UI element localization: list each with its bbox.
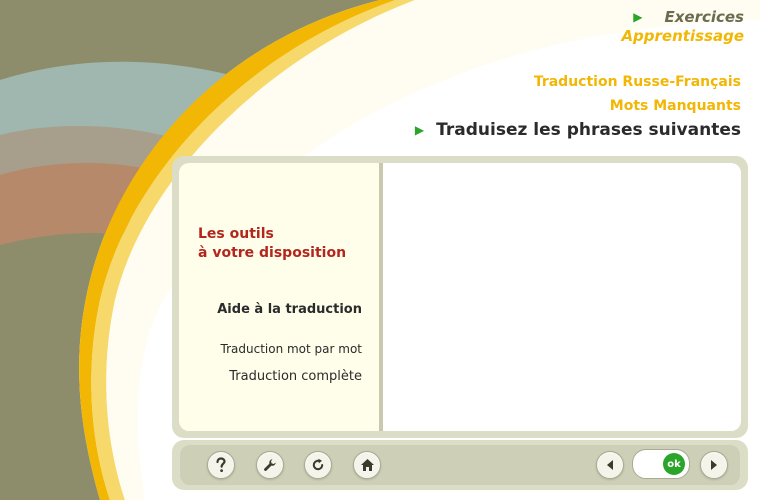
top-nav: ▶ Exercices Apprentissage: [621, 8, 744, 45]
breadcrumb-level1[interactable]: Traduction Russe-Français: [415, 70, 741, 94]
tools-sidebar: Les outils à votre disposition Aide à la…: [179, 163, 379, 431]
tools-heading: Les outils à votre disposition: [198, 225, 373, 263]
ok-toggle[interactable]: ok: [632, 449, 690, 479]
exercise-content-area: [383, 163, 741, 431]
breadcrumb-level2[interactable]: Mots Manquants: [415, 94, 741, 118]
play-arrow-icon: ▶: [414, 123, 425, 137]
next-arrow-icon: [711, 460, 717, 470]
previous-button[interactable]: [596, 451, 624, 479]
current-exercise: ▶ Traduisez les phrases suivantes: [415, 120, 741, 140]
tools-heading-line2: à votre disposition: [198, 245, 347, 261]
page-title: Traduisez les phrases suivantes: [436, 120, 741, 140]
help-button[interactable]: [207, 451, 235, 479]
full-translation-link[interactable]: Traduction complète: [229, 369, 362, 384]
home-icon: [360, 459, 374, 471]
next-button[interactable]: [700, 451, 728, 479]
word-by-word-link[interactable]: Traduction mot par mot: [221, 342, 362, 356]
translation-help-link[interactable]: Aide à la traduction: [217, 302, 362, 317]
tools-heading-line1: Les outils: [198, 226, 274, 242]
ok-button[interactable]: ok: [663, 453, 685, 475]
tools-button[interactable]: [256, 451, 284, 479]
help-icon: [216, 457, 226, 472]
nav-exercises-link[interactable]: Exercices: [664, 8, 744, 26]
bottom-toolbar: ok: [172, 440, 748, 490]
nav-learning-link[interactable]: Apprentissage: [621, 27, 744, 45]
play-arrow-icon: ▶: [633, 10, 643, 24]
home-button[interactable]: [353, 451, 381, 479]
main-panel: Les outils à votre disposition Aide à la…: [172, 156, 748, 438]
breadcrumb: Traduction Russe-Français Mots Manquants…: [415, 70, 741, 140]
wrench-icon: [264, 459, 276, 471]
toolbar-inner: ok: [180, 445, 740, 485]
reload-icon: [312, 458, 324, 471]
reload-button[interactable]: [304, 451, 332, 479]
prev-arrow-icon: [607, 460, 613, 470]
